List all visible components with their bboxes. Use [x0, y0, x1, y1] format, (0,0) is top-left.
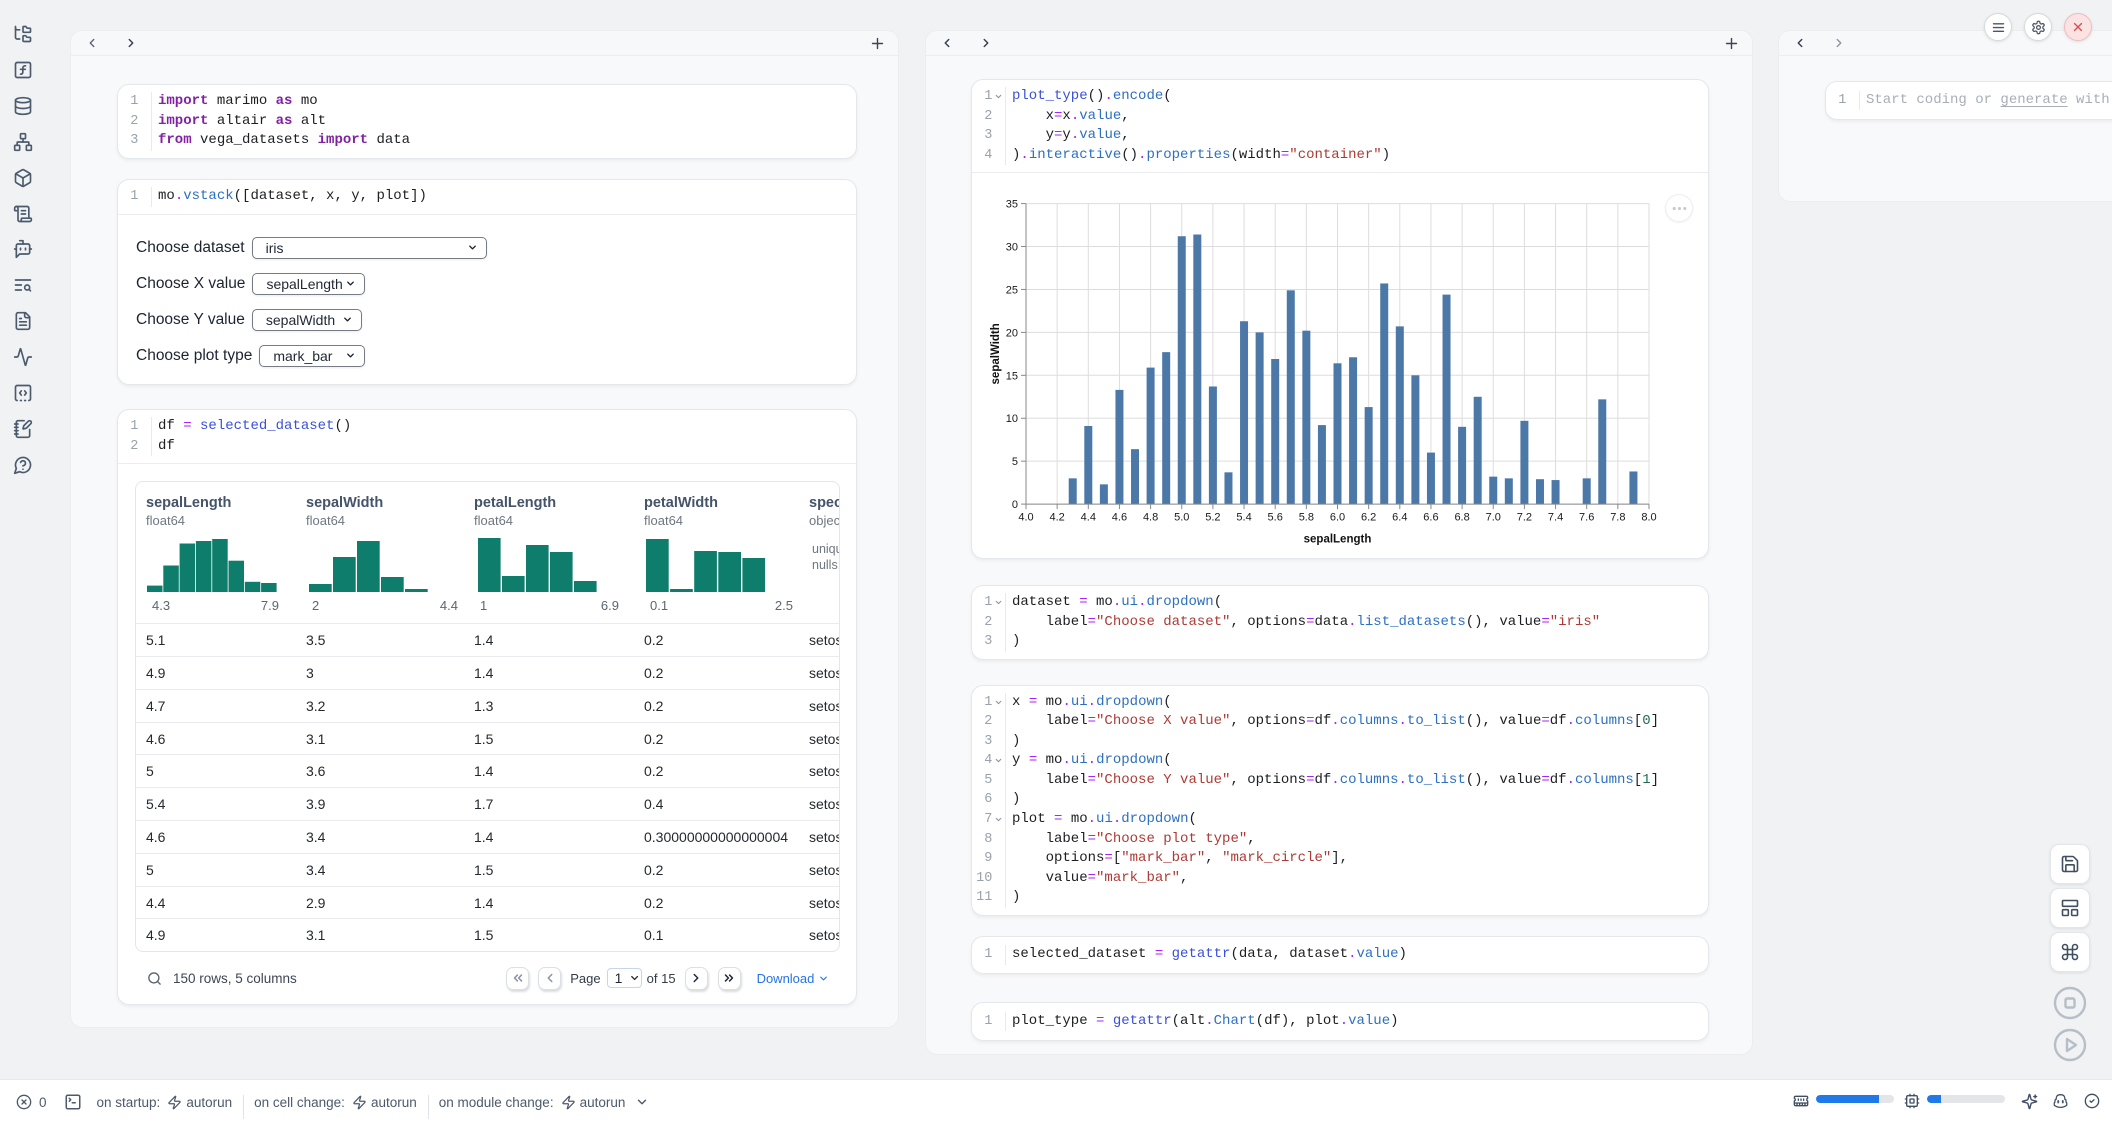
svg-text:4.8: 4.8 — [1143, 512, 1158, 524]
svg-text:35: 35 — [1006, 199, 1018, 211]
svg-text:4.4: 4.4 — [1081, 512, 1096, 524]
svg-text:6.4: 6.4 — [1392, 512, 1407, 524]
svg-text:7.8: 7.8 — [1610, 512, 1625, 524]
svg-text:6.6: 6.6 — [1423, 512, 1438, 524]
svg-text:5.4: 5.4 — [1236, 512, 1251, 524]
svg-text:7.2: 7.2 — [1517, 512, 1532, 524]
svg-text:0: 0 — [1012, 499, 1018, 511]
svg-text:7.0: 7.0 — [1486, 512, 1501, 524]
svg-text:4.2: 4.2 — [1050, 512, 1065, 524]
svg-text:5.0: 5.0 — [1174, 512, 1189, 524]
svg-text:5.8: 5.8 — [1299, 512, 1314, 524]
svg-text:6.0: 6.0 — [1330, 512, 1345, 524]
svg-text:7.4: 7.4 — [1548, 512, 1563, 524]
svg-text:20: 20 — [1006, 328, 1018, 340]
svg-text:sepalWidth: sepalWidth — [990, 324, 1002, 385]
svg-text:7.6: 7.6 — [1579, 512, 1594, 524]
svg-text:5: 5 — [1012, 457, 1018, 469]
svg-text:5.6: 5.6 — [1268, 512, 1283, 524]
svg-text:6.2: 6.2 — [1361, 512, 1376, 524]
svg-text:6.8: 6.8 — [1454, 512, 1469, 524]
svg-text:15: 15 — [1006, 371, 1018, 383]
svg-text:4.6: 4.6 — [1112, 512, 1127, 524]
svg-text:8.0: 8.0 — [1641, 512, 1656, 524]
svg-text:10: 10 — [1006, 414, 1018, 426]
svg-text:sepalLength: sepalLength — [1304, 534, 1372, 546]
svg-text:5.2: 5.2 — [1205, 512, 1220, 524]
svg-text:25: 25 — [1006, 285, 1018, 297]
svg-text:4.0: 4.0 — [1018, 512, 1033, 524]
svg-text:30: 30 — [1006, 242, 1018, 254]
